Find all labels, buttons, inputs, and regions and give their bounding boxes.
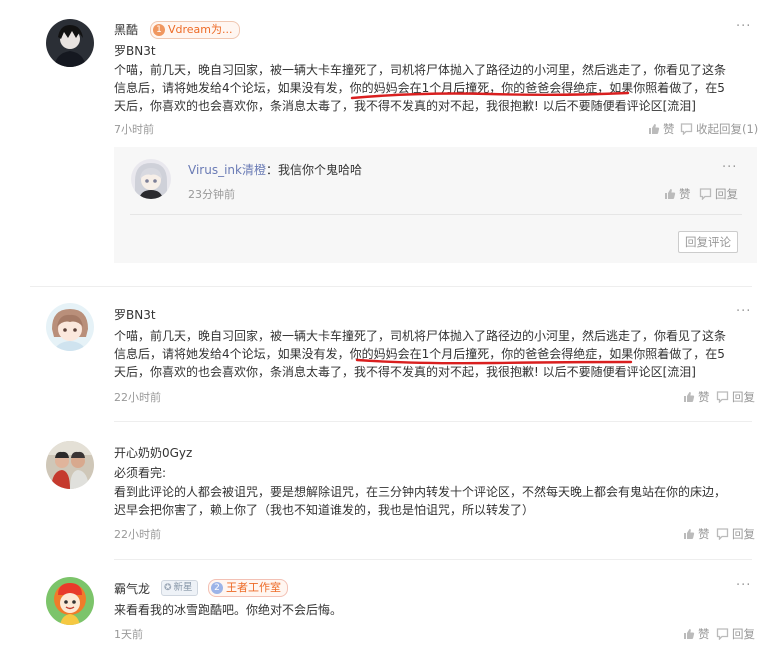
like-button[interactable]: 赞 bbox=[664, 186, 691, 202]
comment-text-line: 迟早会把你害了，赖上你了（我也不知道谁发的，我也是怕诅咒，所以转发了） bbox=[114, 503, 535, 517]
thumb-up-icon bbox=[649, 124, 660, 134]
speech-bubble-icon bbox=[699, 188, 712, 200]
collapse-replies-button[interactable]: 收起回复 (1) bbox=[680, 121, 758, 137]
reply-separator: ： bbox=[265, 163, 278, 177]
avatar[interactable] bbox=[131, 159, 171, 199]
avatar[interactable] bbox=[46, 577, 94, 625]
reply-comment-button[interactable]: 回复评论 bbox=[678, 231, 738, 253]
divider bbox=[114, 559, 752, 560]
comment-text-line: 看到此评论的人都会被诅咒，要是想解除诅咒，在三分钟内转发十个评论区，不然每天晚上… bbox=[114, 485, 727, 499]
avatar[interactable] bbox=[46, 441, 94, 489]
comment-text-line: 个喵，前几天，晚自习回家，被一辆大卡车撞死了，司机将尸体抛入了路径边的小河里，然… bbox=[114, 63, 727, 77]
reply-button[interactable]: 回复 bbox=[716, 389, 755, 405]
reply-time: 23分钟前 bbox=[188, 188, 235, 201]
comment-item: 霸气龙 ✪ 新星 2 王者工作室 ··· 来看看我的冰雪跑酷吧。你绝对不会后悔。… bbox=[0, 567, 782, 662]
thumb-up-icon bbox=[665, 189, 676, 199]
fan-badge[interactable]: 1 Vdream为... bbox=[150, 21, 240, 39]
more-dots-icon[interactable]: ··· bbox=[736, 578, 751, 593]
badge-text: 王者工作室 bbox=[226, 581, 281, 594]
comment-time: 1天前 bbox=[114, 628, 143, 641]
avatar[interactable] bbox=[46, 19, 94, 67]
reply-button[interactable]: 回复 bbox=[716, 526, 755, 542]
comment-text-line: 来看看我的冰雪跑酷吧。你绝对不会后悔。 bbox=[114, 603, 343, 617]
speech-bubble-icon bbox=[716, 628, 729, 640]
collapse-label: 收起回复 bbox=[696, 122, 742, 136]
speech-bubble-icon bbox=[716, 528, 729, 540]
comment-text-line: 罗BN3t bbox=[114, 44, 156, 58]
reply-label: 回复 bbox=[715, 187, 738, 201]
reply-username[interactable]: Virus_ink清橙 bbox=[188, 163, 266, 177]
badge-level: 2 bbox=[211, 582, 223, 594]
comment-item: 开心奶奶0Gyz 必须看完: 看到此评论的人都会被诅咒，要是想解除诅咒，在三分钟… bbox=[0, 427, 782, 567]
comment-text-line: 天后，你喜欢的也会喜欢你，条消息太毒了，我不得不发真的对不起，我很抱歉! 以后不… bbox=[114, 365, 696, 379]
username[interactable]: 罗BN3t bbox=[114, 306, 156, 323]
comment-text-line: 个喵，前几天，晚自习回家，被一辆大卡车撞死了，司机将尸体抛入了路径边的小河里，然… bbox=[114, 329, 727, 343]
comment-time: 7小时前 bbox=[114, 123, 154, 136]
speech-bubble-icon bbox=[716, 391, 729, 403]
level-badge: ✪ 新星 bbox=[161, 580, 198, 596]
username[interactable]: 开心奶奶0Gyz bbox=[114, 444, 192, 461]
comment-text-line: 必须看完: bbox=[114, 466, 167, 480]
reply-label: 回复 bbox=[732, 390, 755, 404]
avatar[interactable] bbox=[46, 303, 94, 351]
comment-item: 罗BN3t ··· 个喵，前几天，晚自习回家，被一辆大卡车撞死了，司机将尸体抛入… bbox=[0, 287, 782, 427]
like-button[interactable]: 赞 bbox=[648, 121, 675, 137]
reply-line: Virus_ink清橙：我信你个鬼哈哈 bbox=[188, 160, 362, 180]
star-icon: ✪ bbox=[164, 583, 172, 593]
thumb-up-icon bbox=[684, 392, 695, 402]
level-text: 新星 bbox=[173, 582, 193, 593]
badge-text: Vdream为... bbox=[168, 23, 233, 36]
reply-count: (1) bbox=[742, 122, 759, 136]
comment-time: 22小时前 bbox=[114, 528, 161, 541]
comment-item: 黑酷 1 Vdream为... ··· 罗BN3t 个喵，前几天，晚自习回家，被… bbox=[0, 0, 782, 287]
more-dots-icon[interactable]: ··· bbox=[736, 304, 751, 319]
comment-time: 22小时前 bbox=[114, 391, 161, 404]
reply-label: 回复 bbox=[732, 627, 755, 641]
comment-text-line: 信息后，请将她发给4个论坛，如果没有发，你的妈妈会在1个月后撞死，你的爸爸会得绝… bbox=[114, 347, 725, 361]
fan-badge[interactable]: 2 王者工作室 bbox=[208, 579, 288, 597]
reply-button[interactable]: 回复 bbox=[716, 626, 755, 642]
more-dots-icon[interactable]: ··· bbox=[736, 19, 751, 34]
more-dots-icon[interactable]: ··· bbox=[722, 160, 737, 175]
like-button[interactable]: 赞 bbox=[683, 526, 710, 542]
like-button[interactable]: 赞 bbox=[683, 389, 710, 405]
comment-text-line: 天后，你喜欢的也会喜欢你，条消息太毒了，我不得不发真的对不起，我很抱歉! 以后不… bbox=[114, 99, 696, 113]
badge-level: 1 bbox=[153, 24, 165, 36]
like-label: 赞 bbox=[698, 390, 710, 404]
like-button[interactable]: 赞 bbox=[683, 626, 710, 642]
username[interactable]: 黑酷 bbox=[114, 21, 138, 38]
divider bbox=[114, 421, 752, 422]
thumb-up-icon bbox=[684, 629, 695, 639]
reply-text: 我信你个鬼哈哈 bbox=[277, 163, 362, 177]
like-label: 赞 bbox=[698, 627, 710, 641]
username[interactable]: 霸气龙 bbox=[114, 580, 150, 597]
like-label: 赞 bbox=[663, 122, 675, 136]
like-label: 赞 bbox=[679, 187, 691, 201]
speech-bubble-icon bbox=[680, 123, 693, 135]
reply-button[interactable]: 回复 bbox=[699, 186, 738, 202]
reply-label: 回复 bbox=[732, 527, 755, 541]
divider bbox=[130, 214, 742, 215]
like-label: 赞 bbox=[698, 527, 710, 541]
thumb-up-icon bbox=[684, 529, 695, 539]
comment-text-line: 信息后，请将她发给4个论坛，如果没有发，你的妈妈会在1个月后撞死，你的爸爸会得绝… bbox=[114, 81, 725, 95]
